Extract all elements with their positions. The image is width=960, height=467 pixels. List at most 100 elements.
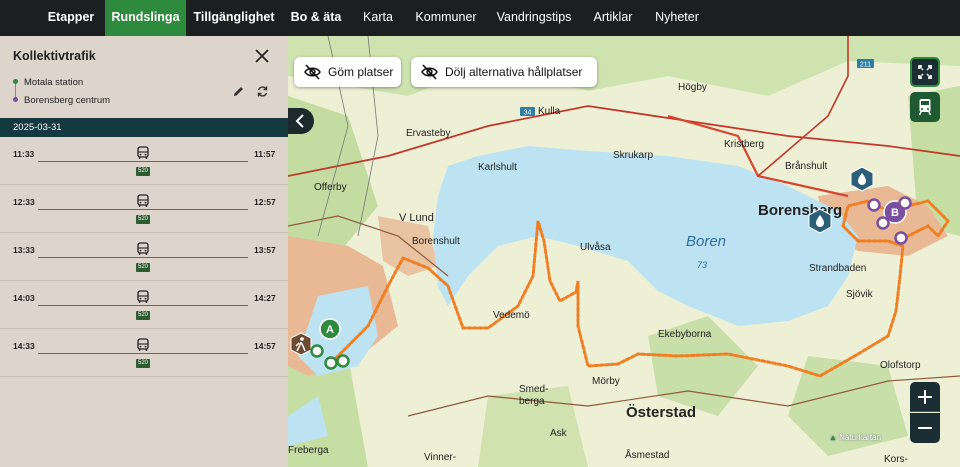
trip-row[interactable]: 12:33 520 12:57 [0, 185, 288, 233]
zoom-out-button[interactable] [910, 413, 940, 443]
train-icon [918, 99, 932, 116]
start-marker-a[interactable]: A [319, 318, 341, 340]
departure-time: 14:33 [13, 341, 35, 351]
line-number-badge: 520 [136, 263, 150, 272]
origin-stop: Motala station [24, 77, 84, 88]
top-navigation: Etapper Rundslinga Tillgänglighet Bo & ä… [0, 0, 960, 36]
eye-off-icon [304, 64, 321, 80]
bus-stop-marker[interactable] [898, 196, 912, 210]
place-label: Ulvåsa [580, 242, 611, 253]
map-base: 34 211 [288, 36, 960, 467]
svg-text:A: A [326, 324, 334, 336]
place-label: Kulla [538, 106, 561, 117]
edit-icon[interactable] [233, 85, 245, 97]
place-label: Vinner- [424, 452, 457, 463]
trip-row[interactable]: 14:03 520 14:27 [0, 281, 288, 329]
destination-dot [13, 97, 18, 102]
place-label: Vedemö [493, 310, 530, 321]
accommodation-icon[interactable] [850, 166, 874, 192]
public-transport-toggle[interactable] [910, 92, 940, 122]
minus-icon [918, 427, 932, 429]
nav-item-vandringstips[interactable]: Vandringstips [494, 0, 574, 36]
place-label: Karlshult [478, 162, 517, 173]
svg-text:34: 34 [524, 110, 532, 117]
refresh-icon[interactable] [256, 85, 269, 98]
nav-item-tillganglighet[interactable]: Tillgänglighet [192, 0, 276, 36]
bus-stop-marker[interactable] [867, 198, 881, 212]
arrival-time: 11:57 [254, 149, 276, 159]
bus-icon [137, 146, 149, 159]
place-label: Freberga [288, 445, 329, 456]
place-label: Borenshult [412, 236, 460, 247]
nav-item-etapper[interactable]: Etapper [38, 0, 104, 36]
nav-item-bo-ata[interactable]: Bo & äta [288, 0, 344, 36]
destination-stop: Borensberg centrum [24, 95, 111, 106]
nav-item-kommuner[interactable]: Kommuner [412, 0, 480, 36]
hide-places-label: Göm platser [328, 65, 394, 79]
place-label: Smed- [519, 384, 549, 395]
nav-item-karta[interactable]: Karta [356, 0, 400, 36]
line-number-badge: 520 [136, 167, 150, 176]
bus-stop-marker[interactable] [876, 216, 890, 230]
departure-time: 11:33 [13, 149, 35, 159]
place-label: Sjövik [846, 289, 873, 300]
chevron-left-icon [295, 114, 304, 128]
trip-timeline [38, 353, 248, 354]
public-transport-panel: Kollektivtrafik Motala station Borensber… [0, 36, 288, 467]
lake-label: Boren [686, 233, 727, 250]
bus-icon [137, 338, 149, 351]
arrival-time: 14:57 [254, 341, 276, 351]
trip-row[interactable]: 13:33 520 13:57 [0, 233, 288, 281]
arrival-time: 14:27 [254, 293, 276, 303]
place-label: Österstad [626, 404, 697, 421]
place-label: Offerby [314, 182, 347, 193]
accommodation-icon[interactable] [808, 208, 832, 234]
collapse-panel-button[interactable] [288, 108, 314, 134]
hiker-icon[interactable] [290, 332, 312, 356]
trip-timeline [38, 209, 248, 210]
arrival-time: 13:57 [254, 245, 276, 255]
date-header: 2025-03-31 [0, 118, 288, 137]
departure-time: 14:03 [13, 293, 35, 303]
nav-item-rundslinga[interactable]: Rundslinga [105, 0, 186, 36]
line-number-badge: 520 [136, 359, 150, 368]
departure-time: 13:33 [13, 245, 35, 255]
map-attribution: ▲ Naturkartan [829, 433, 881, 442]
zoom-in-button[interactable] [910, 382, 940, 412]
place-label: Ekebyborna [658, 329, 712, 340]
trip-row[interactable]: 14:33 520 14:57 [0, 329, 288, 377]
place-label: Strandbaden [809, 263, 867, 274]
close-icon[interactable] [254, 48, 270, 64]
origin-dot [13, 79, 18, 84]
hide-alt-stops-label: Dölj alternativa hållplatser [445, 65, 583, 79]
place-label: Ervasteby [406, 128, 451, 139]
bus-icon [137, 290, 149, 303]
attribution-text: Naturkartan [839, 433, 881, 442]
lake-depth: 73 [697, 260, 708, 270]
arrival-time: 12:57 [254, 197, 276, 207]
place-label: Kors- [884, 454, 908, 465]
trip-timeline [38, 305, 248, 306]
place-label: Brånshult [785, 161, 828, 172]
nav-item-artiklar[interactable]: Artiklar [588, 0, 638, 36]
line-number-badge: 520 [136, 215, 150, 224]
naturkartan-logo-icon: ▲ [829, 433, 837, 442]
hide-alt-stops-button[interactable]: Dölj alternativa hållplatser [411, 57, 597, 87]
plus-icon [918, 390, 932, 404]
map-view[interactable]: 34 211 Boren 73 Högby Kulla Ervasteby Kr… [288, 36, 960, 467]
trip-row[interactable]: 11:33 520 11:57 [0, 137, 288, 185]
fullscreen-button[interactable] [910, 57, 940, 87]
hide-places-button[interactable]: Göm platser [294, 57, 401, 87]
bus-stop-marker[interactable] [336, 354, 350, 368]
nav-item-nyheter[interactable]: Nyheter [652, 0, 702, 36]
trip-timeline [38, 161, 248, 162]
bus-stop-marker[interactable] [894, 231, 908, 245]
place-label: Kristberg [724, 139, 765, 150]
place-label: Olofstorp [880, 360, 921, 371]
place-label: Åsmestad [625, 450, 670, 461]
place-label: V Lund [399, 212, 434, 224]
departure-time: 12:33 [13, 197, 35, 207]
svg-text:211: 211 [860, 62, 871, 69]
bus-stop-marker[interactable] [310, 344, 324, 358]
place-label: Ask [550, 428, 567, 439]
